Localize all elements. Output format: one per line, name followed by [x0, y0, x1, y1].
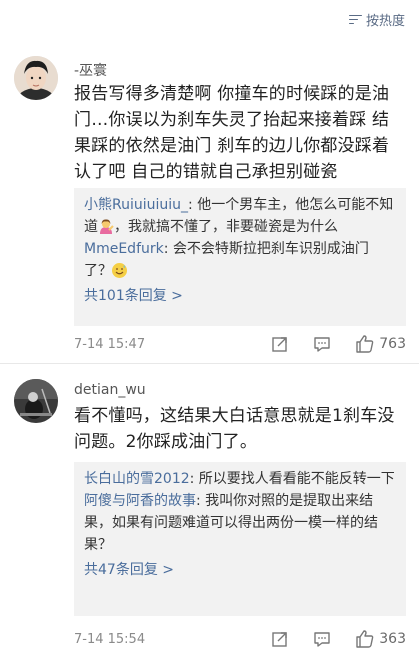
repost-icon [272, 337, 287, 352]
reply-item: 阿傻与阿香的故事: 我叫你对照的是提取出来结果，如果有问题难道可以得出两份一模一… [84, 490, 396, 556]
repost-icon [272, 632, 287, 647]
thumbs-up-icon [356, 335, 374, 353]
divider [0, 363, 419, 364]
reply-item: MmeEdfurk: 会不会特斯拉把刹车识别成油门了？ [84, 238, 396, 282]
view-more-replies-link[interactable]: 共101条回复 > [84, 284, 396, 308]
like-count: 763 [379, 336, 406, 352]
sort-label: 按热度 [365, 14, 405, 29]
comment-meta-bar: 7-14 15:54 363 [74, 628, 406, 650]
reply-preview-box[interactable]: 长白山的雪2012: 所以要找人看看能不能反转一下 阿傻与阿香的故事: 我叫你对… [74, 462, 406, 616]
comment-time: 7-14 15:54 [74, 631, 146, 647]
username[interactable]: -巫寰 [74, 60, 107, 80]
repost-button[interactable] [271, 335, 289, 353]
comment-icon [314, 632, 330, 647]
avatar[interactable] [14, 379, 58, 423]
sort-by-popularity-button[interactable]: 按热度 [348, 10, 405, 29]
like-button[interactable]: 363 [355, 629, 406, 649]
like-count: 363 [379, 631, 406, 647]
comment-time: 7-14 15:47 [74, 336, 146, 352]
view-more-replies-link[interactable]: 共47条回复 > [84, 558, 396, 582]
repost-button[interactable] [271, 630, 289, 648]
reply-username[interactable]: 小熊Ruiuiuiuiu_ [84, 197, 188, 213]
username[interactable]: detian_wu [74, 382, 146, 398]
thumbs-up-icon [356, 630, 374, 648]
reply-item: 长白山的雪2012: 所以要找人看看能不能反转一下 [84, 468, 396, 490]
comment-text: 看不懂吗，这结果大白话意思就是1刹车没问题。2你踩成油门了。 [74, 406, 395, 452]
comment-button[interactable] [313, 630, 331, 648]
avatar[interactable] [14, 56, 58, 100]
woman-tipping-hand-emoji [98, 218, 114, 234]
comment-icon [314, 337, 330, 352]
reply-text-continued: ，我就搞不懂了，非要碰瓷是为什么 [114, 219, 338, 235]
reply-item: 小熊Ruiuiuiuiu_: 他一个男车主，他怎么可能不知道 ，我就搞不懂了，非要… [84, 194, 396, 238]
reply-username[interactable]: MmeEdfurk [84, 241, 164, 257]
sweat-smile-emoji [112, 263, 127, 278]
like-button[interactable]: 763 [355, 334, 406, 354]
reply-preview-box[interactable]: 小熊Ruiuiuiuiu_: 他一个男车主，他怎么可能不知道 ，我就搞不懂了，非要… [74, 188, 406, 326]
reply-username[interactable]: 阿傻与阿香的故事 [84, 493, 196, 509]
comment-text: 报告写得多清楚啊 你撞车的时候踩的是油门…你误以为刹车失灵了抬起来接着踩 结果踩… [74, 84, 390, 182]
reply-text: : 所以要找人看看能不能反转一下 [189, 471, 395, 487]
comment-button[interactable] [313, 335, 331, 353]
comment-meta-bar: 7-14 15:47 763 [74, 333, 406, 355]
reply-username[interactable]: 长白山的雪2012 [84, 471, 190, 487]
sort-lines-icon [348, 14, 362, 26]
